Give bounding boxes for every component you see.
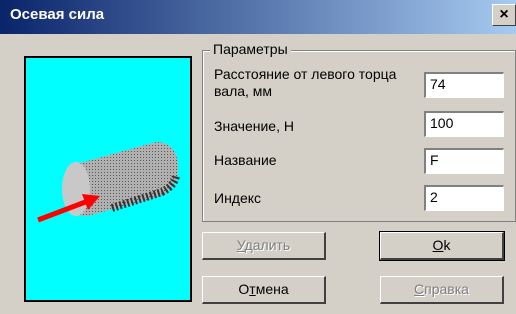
help-button[interactable]: Справка <box>380 276 504 304</box>
ok-button[interactable]: Ok <box>379 231 505 261</box>
name-input[interactable]: F <box>424 148 504 174</box>
shaft-illustration <box>37 142 180 223</box>
name-label: Название <box>214 152 277 168</box>
cancel-button[interactable]: Отмена <box>202 276 326 304</box>
shaft-preview <box>24 56 192 302</box>
close-icon: × <box>499 6 509 23</box>
close-button[interactable]: × <box>492 4 516 26</box>
cancel-label-prefix: О <box>238 281 250 297</box>
title-bar[interactable]: Осевая сила × <box>0 0 516 34</box>
axial-force-dialog: Осевая сила × Параметры Расстояние от ле <box>0 0 516 314</box>
index-input[interactable]: 2 <box>424 185 504 211</box>
delete-mnemonic: У <box>236 237 245 253</box>
index-label: Индекс <box>214 190 262 206</box>
distance-input[interactable]: 74 <box>424 72 504 98</box>
ok-label: k <box>443 237 451 253</box>
delete-button[interactable]: Удалить <box>202 232 326 260</box>
help-mnemonic: С <box>414 281 425 297</box>
help-label: правка <box>424 281 469 297</box>
parameters-group-title: Параметры <box>210 41 291 57</box>
delete-label: далить <box>244 237 291 253</box>
value-input[interactable]: 100 <box>424 111 504 137</box>
cancel-label: мена <box>255 281 289 297</box>
value-label: Значение, Н <box>214 118 294 134</box>
distance-label: Расстояние от левого торца вала, мм <box>214 66 397 99</box>
ok-mnemonic: O <box>432 237 444 253</box>
window-title: Осевая сила <box>10 6 105 23</box>
